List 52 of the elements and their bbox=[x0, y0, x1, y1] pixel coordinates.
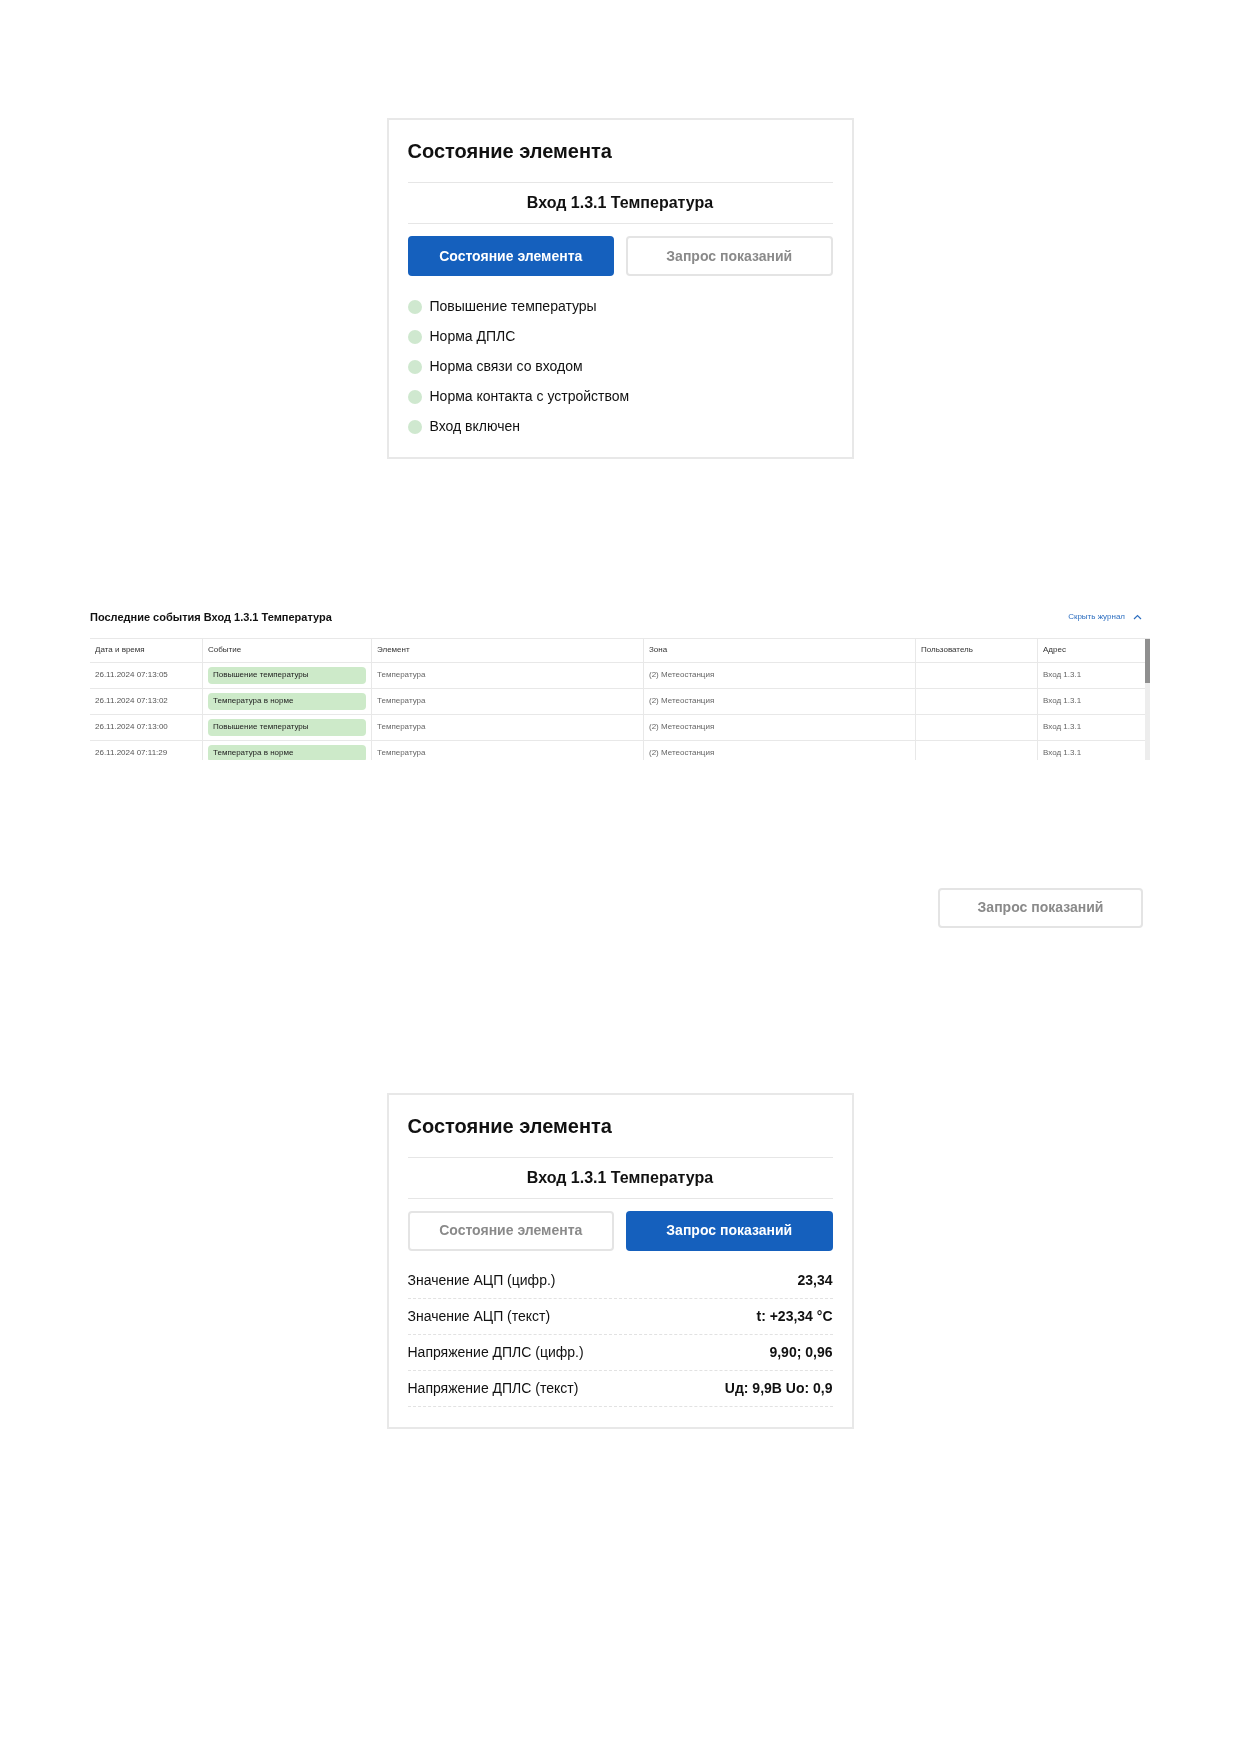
reading-value: Uд: 9,9В Uо: 0,9 bbox=[724, 1378, 833, 1398]
reading-value: t: +23,34 °C bbox=[756, 1306, 833, 1326]
datetime-cell: 26.11.2024 07:13:05 bbox=[95, 669, 168, 681]
reading-label: Значение АЦП (текст) bbox=[407, 1306, 551, 1326]
element-cell: Температура bbox=[377, 695, 426, 707]
card-title: Состояние элемента bbox=[407, 139, 613, 164]
column-header: Адрес bbox=[1043, 644, 1066, 656]
event-tag: Повышение температуры bbox=[208, 666, 366, 684]
tab-button[interactable]: Запрос показаний bbox=[626, 1210, 833, 1251]
column-header: Элемент bbox=[377, 644, 410, 656]
datetime-cell: 26.11.2024 07:11:29 bbox=[95, 747, 168, 759]
status-label: Норма связи со входом bbox=[429, 357, 583, 376]
element-name: Вход 1.3.1 Температура bbox=[526, 194, 714, 211]
address-cell: Вход 1.3.1 bbox=[1043, 721, 1082, 733]
column-header: Событие bbox=[208, 644, 242, 656]
status-label: Вход включен bbox=[429, 417, 520, 436]
event-tag: Температура в норме bbox=[208, 744, 366, 760]
tab-button[interactable]: Запрос показаний bbox=[626, 236, 833, 276]
reading-label: Напряжение ДПЛС (цифр.) bbox=[407, 1342, 584, 1362]
element-cell: Температура bbox=[377, 669, 426, 681]
card-title: Состояние элемента bbox=[407, 1113, 613, 1139]
hide-log-link[interactable]: Скрыть журнал bbox=[1068, 611, 1125, 624]
chevron-up-icon[interactable] bbox=[1133, 614, 1142, 621]
zone-cell: (2) Метеостанция bbox=[649, 747, 715, 759]
column-header: Пользователь bbox=[921, 644, 973, 656]
zone-cell: (2) Метеостанция bbox=[649, 721, 715, 733]
event-tag: Повышение температуры bbox=[208, 718, 366, 736]
scrollbar[interactable] bbox=[1145, 638, 1150, 760]
tab-button[interactable]: Состояние элемента bbox=[407, 236, 614, 276]
status-label: Норма контакта с устройством bbox=[429, 387, 630, 406]
status-label: Повышение температуры bbox=[429, 297, 597, 316]
element-name: Вход 1.3.1 Температура bbox=[526, 1168, 714, 1186]
reading-value: 9,90; 0,96 bbox=[769, 1342, 833, 1362]
datetime-cell: 26.11.2024 07:13:02 bbox=[95, 695, 168, 707]
element-cell: Температура bbox=[377, 747, 426, 759]
tab-button[interactable]: Состояние элемента bbox=[407, 1210, 614, 1251]
address-cell: Вход 1.3.1 bbox=[1043, 747, 1082, 759]
status-label: Норма ДПЛС bbox=[429, 327, 516, 346]
zone-cell: (2) Метеостанция bbox=[649, 669, 715, 681]
event-tag: Температура в норме bbox=[208, 692, 366, 710]
events-title: Последние события Вход 1.3.1 Температура bbox=[90, 610, 332, 625]
element-cell: Температура bbox=[377, 721, 426, 733]
reading-label: Напряжение ДПЛС (текст) bbox=[407, 1378, 579, 1398]
reading-label: Значение АЦП (цифр.) bbox=[407, 1270, 556, 1290]
datetime-cell: 26.11.2024 07:13:00 bbox=[95, 721, 168, 733]
zone-cell: (2) Метеостанция bbox=[649, 695, 715, 707]
address-cell: Вход 1.3.1 bbox=[1043, 695, 1082, 707]
address-cell: Вход 1.3.1 bbox=[1043, 669, 1082, 681]
column-header: Зона bbox=[649, 644, 668, 656]
request-readings-button[interactable]: Запрос показаний bbox=[938, 887, 1143, 928]
column-header: Дата и время bbox=[95, 644, 145, 656]
reading-value: 23,34 bbox=[797, 1270, 833, 1290]
